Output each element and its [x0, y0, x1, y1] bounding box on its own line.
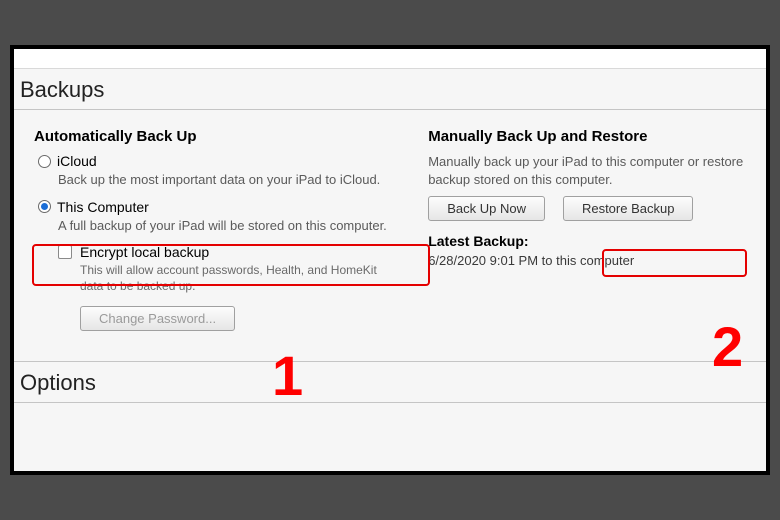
- encrypt-checkbox[interactable]: [58, 245, 72, 259]
- manual-heading: Manually Back Up and Restore: [428, 128, 756, 145]
- radio-this-computer-label: This Computer: [57, 199, 149, 215]
- radio-this-computer[interactable]: This Computer: [38, 199, 398, 215]
- backup-now-button[interactable]: Back Up Now: [428, 196, 545, 221]
- change-password-button[interactable]: Change Password...: [80, 306, 235, 331]
- radio-icloud-label: iCloud: [57, 153, 97, 169]
- latest-backup-value: 6/28/2020 9:01 PM to this computer: [428, 253, 756, 268]
- manual-backup-column: Manually Back Up and Restore Manually ba…: [418, 128, 756, 331]
- encrypt-label: Encrypt local backup: [80, 244, 209, 260]
- manual-desc: Manually back up your iPad to this compu…: [428, 153, 756, 188]
- encrypt-checkbox-row[interactable]: Encrypt local backup: [58, 244, 398, 260]
- radio-icloud[interactable]: iCloud: [38, 153, 398, 169]
- section-backups-header: Backups: [14, 69, 766, 109]
- auto-backup-column: Automatically Back Up iCloud Back up the…: [34, 128, 398, 331]
- backup-settings-panel: Backups Automatically Back Up iCloud Bac…: [14, 49, 766, 471]
- auto-backup-heading: Automatically Back Up: [34, 128, 398, 145]
- divider: [14, 402, 766, 403]
- icloud-desc: Back up the most important data on your …: [58, 171, 398, 189]
- radio-this-computer-input[interactable]: [38, 200, 51, 213]
- latest-backup-label: Latest Backup:: [428, 233, 756, 249]
- section-options-header: Options: [14, 362, 766, 402]
- radio-icloud-input[interactable]: [38, 155, 51, 168]
- top-strip: [14, 49, 766, 69]
- encrypt-desc: This will allow account passwords, Healt…: [80, 263, 398, 294]
- restore-backup-button[interactable]: Restore Backup: [563, 196, 694, 221]
- this-computer-desc: A full backup of your iPad will be store…: [58, 217, 398, 235]
